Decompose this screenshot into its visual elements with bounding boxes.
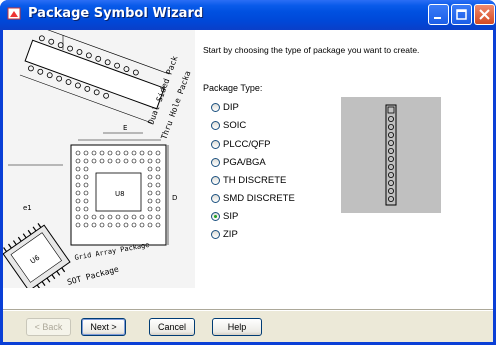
radio-label: PLCC/QFP	[223, 138, 271, 150]
radio-label: DIP	[223, 101, 239, 113]
radio-circle[interactable]	[211, 229, 220, 239]
radio-circle[interactable]	[211, 139, 220, 149]
radio-pga-bga[interactable]: PGA/BGA	[211, 155, 266, 169]
window-title: Package Symbol Wizard	[28, 6, 204, 21]
intro-text: Start by choosing the type of package yo…	[203, 45, 420, 55]
package-preview	[341, 97, 441, 213]
package-type-label: Package Type:	[203, 83, 263, 93]
radio-label: SMD DISCRETE	[223, 192, 295, 204]
next-button[interactable]: Next >	[81, 318, 126, 336]
package-illustration: Dual Sided Pack Thru Hole Packa U8 Grid …	[3, 30, 195, 288]
radio-soic[interactable]: SOIC	[211, 118, 246, 132]
radio-th-discrete[interactable]: TH DISCRETE	[211, 173, 286, 187]
radio-circle[interactable]	[211, 102, 220, 112]
svg-text:e1: e1	[23, 204, 32, 212]
maximize-icon	[456, 9, 467, 20]
sip-preview-drawing	[385, 104, 397, 206]
radio-circle[interactable]	[211, 157, 220, 167]
svg-text:E: E	[123, 124, 127, 132]
radio-plcc-qfp[interactable]: PLCC/QFP	[211, 137, 271, 151]
radio-circle[interactable]	[211, 175, 220, 185]
art-label-u8: U8	[115, 190, 125, 198]
radio-sip[interactable]: SIP	[211, 209, 238, 223]
minimize-button[interactable]	[428, 4, 449, 25]
radio-circle-selected[interactable]	[211, 211, 220, 221]
wizard-window: Package Symbol Wizard Dual Sided Pack Th…	[0, 0, 496, 345]
back-button[interactable]: < Back	[26, 318, 71, 336]
radio-circle[interactable]	[211, 120, 220, 130]
radio-smd-discrete[interactable]: SMD DISCRETE	[211, 191, 295, 205]
radio-zip[interactable]: ZIP	[211, 227, 238, 241]
button-bar: < Back Next > Cancel Help	[3, 311, 493, 342]
close-icon	[479, 9, 490, 20]
svg-text:D: D	[172, 194, 177, 202]
radio-circle[interactable]	[211, 193, 220, 203]
app-icon	[7, 7, 21, 20]
radio-label: TH DISCRETE	[223, 174, 287, 186]
radio-label: ZIP	[223, 228, 238, 240]
radio-dip[interactable]: DIP	[211, 100, 239, 114]
help-button[interactable]: Help	[212, 318, 262, 336]
minimize-icon	[434, 17, 441, 19]
radio-label: SIP	[223, 210, 239, 222]
art-label-sot: SOT Package	[66, 264, 120, 286]
maximize-button[interactable]	[451, 4, 472, 25]
wizard-content: Dual Sided Pack Thru Hole Packa U8 Grid …	[3, 30, 493, 342]
title-bar[interactable]: Package Symbol Wizard	[0, 0, 496, 30]
radio-label: PGA/BGA	[223, 156, 266, 168]
package-drawing: Dual Sided Pack Thru Hole Packa U8 Grid …	[3, 30, 193, 288]
radio-label: SOIC	[223, 119, 247, 131]
cancel-button[interactable]: Cancel	[149, 318, 195, 336]
close-button[interactable]	[474, 4, 495, 25]
